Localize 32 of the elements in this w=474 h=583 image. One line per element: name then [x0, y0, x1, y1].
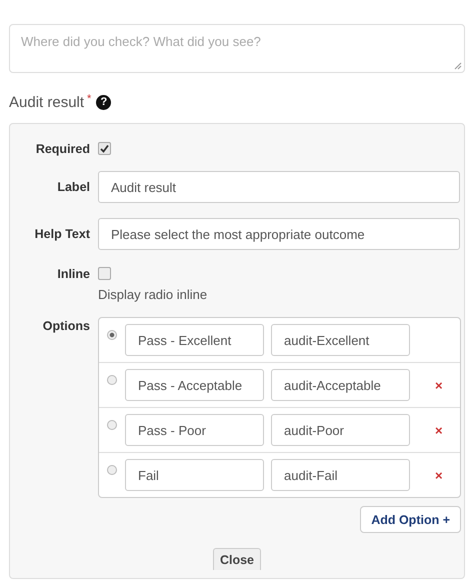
radio-button[interactable] — [107, 375, 117, 385]
radio-button[interactable] — [107, 465, 117, 475]
help-icon[interactable]: ? — [96, 94, 112, 110]
close-tab[interactable]: Close — [212, 548, 262, 570]
option-value-input[interactable]: audit-Fail — [271, 459, 410, 491]
radio-button[interactable] — [107, 330, 117, 340]
required-mark: * — [87, 93, 92, 105]
inline-checkbox[interactable] — [98, 267, 111, 280]
radio-button[interactable] — [107, 420, 117, 430]
remove-icon[interactable]: × — [435, 378, 443, 392]
option-value-input[interactable]: audit-Acceptable — [271, 369, 410, 401]
add-option-button[interactable]: Add Option + — [360, 506, 461, 533]
help-text-input[interactable]: Please select the most appropriate outcome — [98, 218, 460, 250]
field-label: Label — [56, 180, 90, 194]
option-label-input[interactable]: Pass - Excellent — [125, 324, 264, 356]
field-label: Help Text — [34, 227, 90, 241]
option-value-input[interactable]: audit-Poor — [271, 414, 410, 446]
remove-icon[interactable]: × — [435, 468, 443, 482]
option-label-input[interactable]: Pass - Acceptable — [125, 369, 264, 401]
option-value-input[interactable]: audit-Excellent — [271, 324, 410, 356]
field-title: Audit result — [9, 94, 84, 110]
option-label-input[interactable]: Fail — [125, 459, 264, 491]
remove-icon[interactable]: × — [435, 422, 443, 438]
label-input[interactable]: Audit result — [98, 171, 460, 203]
resize-grip-icon[interactable] — [454, 62, 462, 70]
inline-description: Display radio inline — [98, 287, 208, 302]
field-label: Options — [42, 319, 90, 333]
required-checkbox[interactable] — [98, 142, 111, 155]
placeholder-text: Where did you check? What did you see? — [21, 34, 261, 49]
option-label-input[interactable]: Pass - Poor — [125, 414, 264, 446]
field-label: Required — [34, 142, 90, 156]
field-label: Inline — [56, 267, 90, 281]
